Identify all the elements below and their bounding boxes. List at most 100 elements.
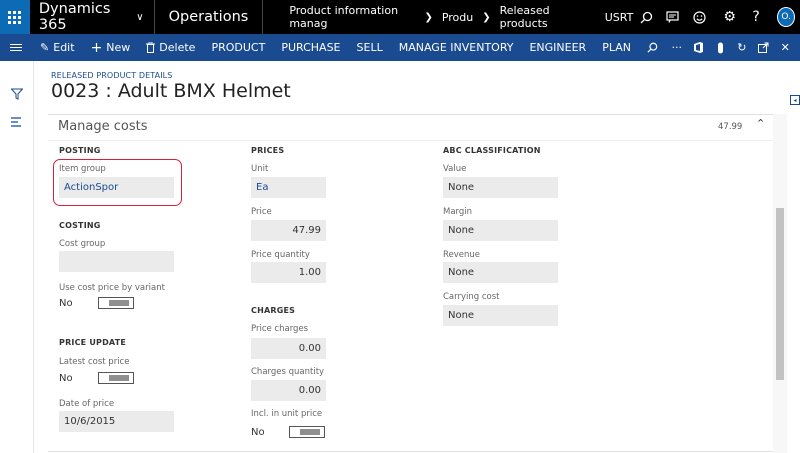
breadcrumb-item-list[interactable]: Produ (442, 11, 473, 24)
breadcrumb-item-current[interactable]: Released products (500, 4, 585, 30)
chevron-down-icon: ∨ (136, 11, 144, 23)
popout-icon (758, 42, 769, 53)
tab-plan[interactable]: PLAN (594, 34, 639, 61)
close-button[interactable]: ✕ (774, 34, 796, 61)
abc-revenue-field[interactable]: None (443, 262, 558, 283)
tab-manage-inventory[interactable]: MANAGE INVENTORY (391, 34, 522, 61)
module-name[interactable]: Operations (155, 0, 264, 34)
breadcrumb-item-module[interactable]: Product information manag (289, 4, 415, 30)
unit-field[interactable]: Ea (251, 177, 326, 198)
page-title: 0023 : Adult BMX Helmet (51, 80, 291, 102)
factbox-toggle-icon[interactable]: ◂ (790, 95, 800, 105)
charges-quantity-field[interactable]: 0.00 (251, 380, 326, 401)
chevron-right-icon: ❯ (424, 11, 433, 23)
date-of-price-field[interactable]: 10/6/2015 (59, 411, 174, 432)
hamburger-button[interactable] (0, 34, 32, 61)
abc-value-field[interactable]: None (443, 177, 558, 198)
abc-carrying-cost-label: Carrying cost (443, 292, 500, 302)
price-label: Price (251, 207, 272, 217)
cost-group-field[interactable] (59, 251, 174, 272)
page-caption: RELEASED PRODUCT DETAILS (51, 71, 173, 80)
refresh-icon: ↻ (737, 41, 747, 54)
price-update-header: PRICE UPDATE (59, 338, 127, 347)
smiley-icon (693, 10, 706, 24)
incl-in-unit-price-label: Incl. in unit price (251, 409, 323, 419)
breadcrumb: Product information manag ❯ Produ ❯ Rele… (263, 0, 584, 34)
app-launcher-button[interactable] (0, 0, 30, 34)
use-cost-price-label: Use cost price by variant (59, 283, 165, 293)
search-button[interactable] (633, 0, 659, 34)
latest-cost-price-toggle[interactable] (98, 372, 134, 384)
fasttab-summary: 47.99 (718, 122, 743, 132)
incl-in-unit-price-value: No (251, 427, 265, 438)
prices-header: PRICES (251, 146, 285, 155)
app-launcher-icon (8, 10, 22, 24)
fasttab-divider (48, 114, 773, 115)
search-icon (647, 42, 658, 53)
section-divider (48, 140, 773, 141)
tab-sell[interactable]: SELL (349, 34, 391, 61)
costing-header: COSTING (59, 221, 101, 230)
tab-purchase[interactable]: PURCHASE (273, 34, 348, 61)
settings-button[interactable]: ⚙ (716, 0, 742, 34)
action-search-button[interactable] (639, 34, 666, 61)
top-navigation-bar: Dynamics 365 ∨ Operations Product inform… (0, 0, 800, 34)
message-center-button[interactable] (660, 0, 686, 34)
scrollbar-thumb[interactable] (776, 208, 784, 380)
price-charges-field[interactable]: 0.00 (251, 338, 326, 359)
office-icon (693, 42, 703, 53)
abc-revenue-label: Revenue (443, 250, 481, 260)
highlight-outline (53, 159, 182, 206)
tab-engineer[interactable]: ENGINEER (521, 34, 594, 61)
edit-label: Edit (53, 41, 75, 54)
price-charges-label: Price charges (251, 324, 309, 334)
delete-button[interactable]: Delete (138, 34, 203, 61)
more-options-button[interactable]: ··· (666, 34, 688, 61)
use-cost-price-value: No (59, 298, 73, 309)
latest-cost-price-value: No (59, 373, 73, 384)
abc-margin-label: Margin (443, 207, 473, 217)
search-icon (640, 11, 653, 23)
attach-button[interactable] (709, 34, 731, 61)
price-quantity-field[interactable]: 1.00 (251, 262, 326, 283)
list-icon[interactable] (11, 117, 23, 127)
latest-cost-price-label: Latest cost price (59, 357, 130, 367)
date-of-price-label: Date of price (59, 399, 115, 409)
cost-group-label: Cost group (59, 239, 106, 249)
incl-in-unit-price-toggle[interactable] (289, 426, 325, 438)
new-button[interactable]: + New (83, 34, 139, 61)
edit-button[interactable]: ✎ Edit (32, 34, 83, 61)
delete-label: Delete (159, 41, 196, 54)
filter-icon[interactable] (11, 88, 23, 100)
posting-header: POSTING (59, 146, 101, 155)
action-pane: ✎ Edit + New Delete PRODUCT PURCHASE SEL… (0, 34, 800, 61)
gear-icon: ⚙ (723, 9, 736, 25)
plus-icon: + (90, 39, 103, 56)
refresh-button[interactable]: ↻ (731, 34, 753, 61)
new-label: New (106, 41, 131, 54)
use-cost-price-toggle[interactable] (98, 297, 134, 309)
chevron-up-icon[interactable]: ⌃ (756, 117, 765, 130)
unit-label: Unit (251, 164, 269, 174)
help-button[interactable]: ? (743, 0, 769, 34)
brand-name: Dynamics 365 (38, 1, 111, 33)
feedback-button[interactable] (686, 0, 712, 34)
close-icon: ✕ (780, 41, 790, 54)
popout-button[interactable] (753, 34, 775, 61)
price-field[interactable]: 47.99 (251, 220, 326, 241)
open-in-office-button[interactable] (688, 34, 710, 61)
brand-menu[interactable]: Dynamics 365 ∨ (30, 0, 155, 34)
fasttab-title[interactable]: Manage costs (58, 119, 148, 134)
attach-icon (717, 42, 723, 53)
abc-classification-header: ABC CLASSIFICATION (443, 146, 541, 155)
tab-product[interactable]: PRODUCT (203, 34, 273, 61)
avatar[interactable]: O. (777, 7, 796, 27)
abc-carrying-cost-field[interactable]: None (443, 305, 558, 326)
abc-margin-field[interactable]: None (443, 220, 558, 241)
fasttab-bottom-divider (48, 451, 773, 452)
message-icon (666, 11, 680, 23)
company-picker[interactable]: USRT (605, 11, 634, 24)
abc-value-label: Value (443, 164, 467, 174)
chevron-right-icon: ❯ (482, 11, 491, 23)
delete-icon (146, 42, 156, 53)
